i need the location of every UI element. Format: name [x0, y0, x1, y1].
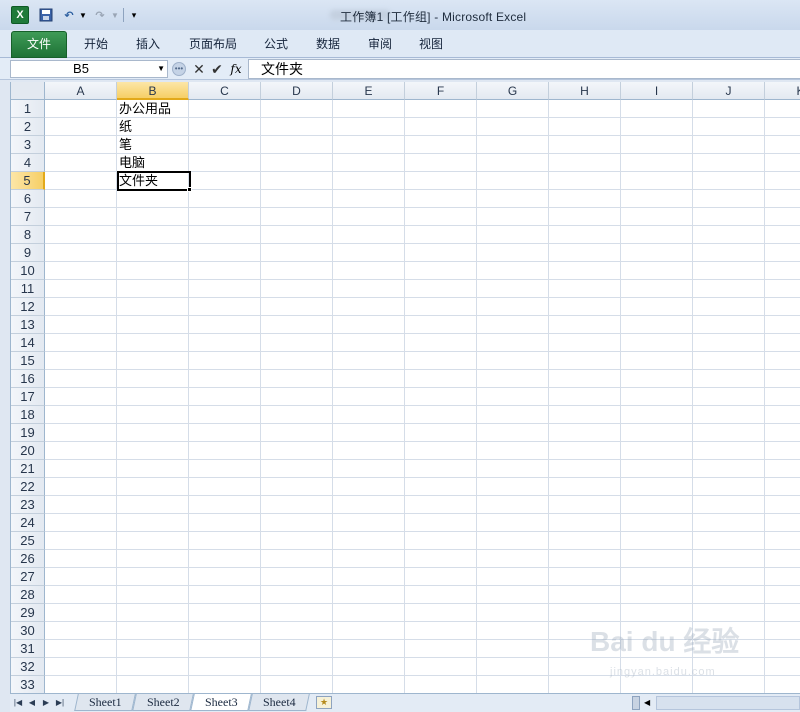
- sheet-tab-label: Sheet3: [204, 695, 238, 709]
- sheet-tab-bar: |◀ ◀ ▶ ▶| Sheet1 Sheet2 Sheet3 Sheet4 ★ …: [10, 693, 800, 712]
- scroll-left-icon[interactable]: ◀: [644, 696, 650, 710]
- row-header[interactable]: 19: [11, 424, 45, 442]
- prev-sheet-icon[interactable]: ◀: [26, 696, 38, 710]
- row-header[interactable]: 29: [11, 604, 45, 622]
- row-header[interactable]: 16: [11, 370, 45, 388]
- formula-input[interactable]: 文件夹: [248, 59, 800, 79]
- enter-icon[interactable]: ✔: [210, 60, 224, 78]
- row-header[interactable]: 30: [11, 622, 45, 640]
- insert-sheet-icon[interactable]: ★: [316, 696, 332, 709]
- redo-dropdown-icon[interactable]: ▼: [110, 6, 120, 24]
- separator: [123, 8, 124, 22]
- column-header[interactable]: E: [333, 82, 405, 100]
- first-sheet-icon[interactable]: |◀: [12, 696, 24, 710]
- tab-insert[interactable]: 插入: [128, 36, 168, 54]
- cell-b4[interactable]: 电脑: [117, 154, 189, 172]
- column-header[interactable]: D: [261, 82, 333, 100]
- row-header[interactable]: 6: [11, 190, 45, 208]
- sheet-tab-label: Sheet2: [146, 695, 180, 709]
- row-header[interactable]: 15: [11, 352, 45, 370]
- name-box-value: B5: [73, 61, 89, 76]
- column-header[interactable]: H: [549, 82, 621, 100]
- row-header[interactable]: 24: [11, 514, 45, 532]
- row-header[interactable]: 10: [11, 262, 45, 280]
- tab-formulas[interactable]: 公式: [256, 36, 296, 54]
- sheet-tab-1[interactable]: Sheet1: [74, 694, 136, 711]
- active-cell-border: [117, 171, 191, 191]
- row-header[interactable]: 2: [11, 118, 45, 136]
- name-box[interactable]: B5 ▼: [10, 60, 168, 78]
- column-header[interactable]: G: [477, 82, 549, 100]
- row-header[interactable]: 20: [11, 442, 45, 460]
- formula-bar: B5 ▼ ••• ✕ ✔ fx 文件夹: [0, 58, 800, 80]
- next-sheet-icon[interactable]: ▶: [40, 696, 52, 710]
- scroll-track[interactable]: [656, 696, 800, 710]
- row-header[interactable]: 12: [11, 298, 45, 316]
- row-header[interactable]: 8: [11, 226, 45, 244]
- sheet-tab-label: Sheet4: [262, 695, 296, 709]
- sheet-tab-4[interactable]: Sheet4: [248, 694, 310, 711]
- row-header[interactable]: 25: [11, 532, 45, 550]
- title-bar: X ↶ ▼ ↷ ▼ ▾ 工作簿1 [工作组] - Microsoft Excel: [0, 0, 800, 30]
- row-header[interactable]: 4: [11, 154, 45, 172]
- tab-review[interactable]: 审阅: [360, 36, 400, 54]
- column-header[interactable]: J: [693, 82, 765, 100]
- row-header[interactable]: 3: [11, 136, 45, 154]
- excel-icon[interactable]: X: [11, 6, 29, 24]
- row-header[interactable]: 28: [11, 586, 45, 604]
- cell-b2[interactable]: 纸: [117, 118, 189, 136]
- tab-page-layout[interactable]: 页面布局: [182, 36, 244, 54]
- tab-home[interactable]: 开始: [76, 36, 116, 54]
- undo-icon[interactable]: ↶: [61, 6, 77, 24]
- row-header[interactable]: 5: [11, 172, 45, 190]
- column-header[interactable]: F: [405, 82, 477, 100]
- row-header[interactable]: 32: [11, 658, 45, 676]
- column-header[interactable]: K: [765, 82, 800, 100]
- row-header[interactable]: 31: [11, 640, 45, 658]
- row-header[interactable]: 7: [11, 208, 45, 226]
- row-header[interactable]: 9: [11, 244, 45, 262]
- row-header[interactable]: 26: [11, 550, 45, 568]
- resize-handle-icon[interactable]: •••: [172, 62, 186, 76]
- fill-handle[interactable]: [187, 187, 192, 192]
- row-header[interactable]: 33: [11, 676, 45, 693]
- tab-view[interactable]: 视图: [411, 36, 451, 54]
- column-header[interactable]: B: [117, 82, 189, 100]
- row-header[interactable]: 17: [11, 388, 45, 406]
- sheet-tab-label: Sheet1: [88, 695, 122, 709]
- row-header[interactable]: 13: [11, 316, 45, 334]
- row-header[interactable]: 14: [11, 334, 45, 352]
- last-sheet-icon[interactable]: ▶|: [54, 696, 66, 710]
- row-header[interactable]: 23: [11, 496, 45, 514]
- column-headers: ABCDEFGHIJK: [11, 82, 800, 100]
- column-header[interactable]: C: [189, 82, 261, 100]
- save-icon[interactable]: [38, 6, 54, 24]
- cancel-icon[interactable]: ✕: [192, 60, 206, 78]
- window-title: 工作簿1 [工作组] - Microsoft Excel: [340, 10, 527, 24]
- undo-dropdown-icon[interactable]: ▼: [78, 6, 88, 24]
- horizontal-scrollbar[interactable]: ◀: [632, 696, 800, 710]
- sheet-tab-2[interactable]: Sheet2: [132, 694, 194, 711]
- row-header[interactable]: 18: [11, 406, 45, 424]
- row-header[interactable]: 21: [11, 460, 45, 478]
- redo-icon[interactable]: ↷: [92, 6, 108, 24]
- customize-qat-icon[interactable]: ▾: [128, 6, 140, 24]
- insert-function-icon[interactable]: fx: [228, 60, 244, 78]
- tab-file[interactable]: 文件: [11, 31, 67, 58]
- column-header[interactable]: A: [45, 82, 117, 100]
- cell-b1[interactable]: 办公用品: [117, 100, 189, 118]
- row-header[interactable]: 22: [11, 478, 45, 496]
- chevron-down-icon[interactable]: ▼: [157, 61, 165, 77]
- column-header[interactable]: I: [621, 82, 693, 100]
- worksheet-grid[interactable]: ABCDEFGHIJK 1234567891011121314151617181…: [10, 82, 800, 693]
- sheet-tab-3[interactable]: Sheet3: [190, 694, 252, 711]
- row-header[interactable]: 1: [11, 100, 45, 118]
- row-header[interactable]: 27: [11, 568, 45, 586]
- tab-data[interactable]: 数据: [308, 36, 348, 54]
- cell-b3[interactable]: 笔: [117, 136, 189, 154]
- scroll-split-handle[interactable]: [632, 696, 640, 710]
- row-header[interactable]: 11: [11, 280, 45, 298]
- ribbon-tab-bar: 文件 开始 插入 页面布局 公式 数据 审阅 视图: [0, 30, 800, 58]
